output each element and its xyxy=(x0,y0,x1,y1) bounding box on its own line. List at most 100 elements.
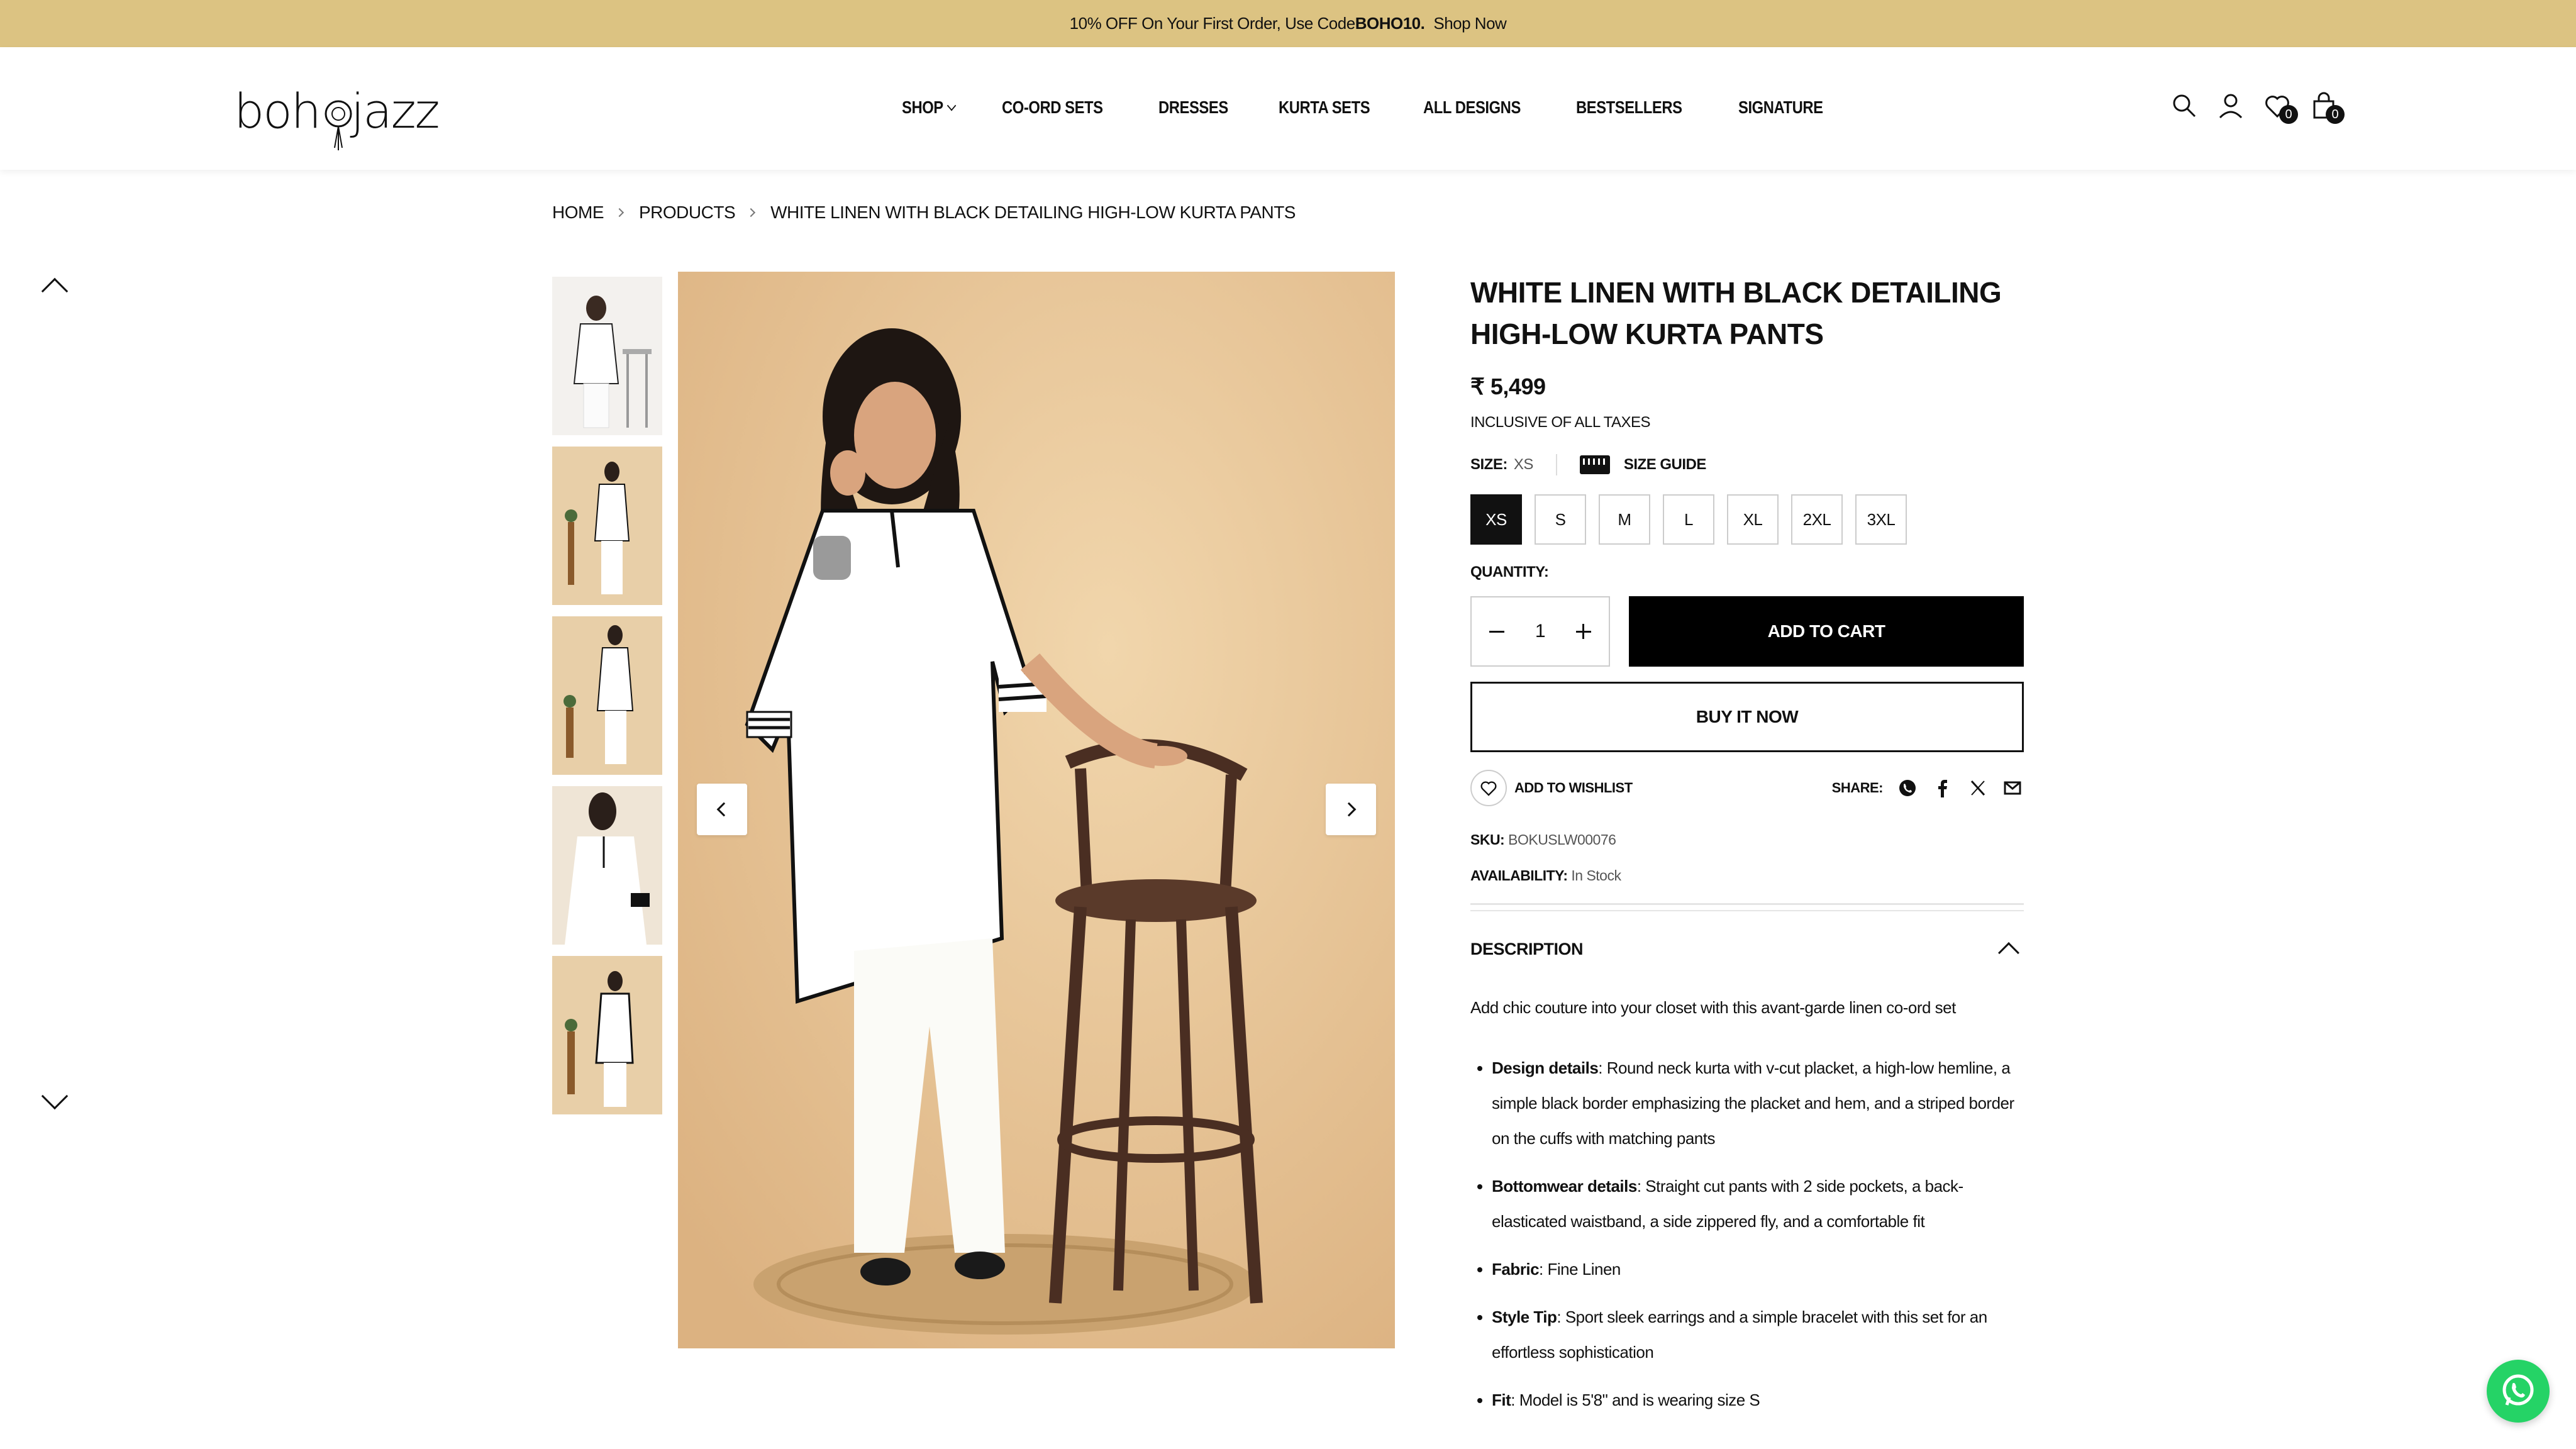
svg-text:boh: boh xyxy=(234,85,320,139)
availability-row: AVAILABILITY: In Stock xyxy=(1470,867,2024,884)
list-item: Bottomwear details: Straight cut pants w… xyxy=(1492,1169,2024,1239)
minus-icon[interactable] xyxy=(1484,619,1509,644)
shop-now-link[interactable]: Shop Now xyxy=(1433,14,1506,33)
x-icon[interactable] xyxy=(1967,777,1989,799)
wishlist-count-badge: 0 xyxy=(2279,105,2298,124)
nav-kurta-sets[interactable]: KURTA SETS xyxy=(1279,97,1370,118)
size-option-s[interactable]: S xyxy=(1535,494,1586,545)
header-icons: 0 0 xyxy=(2170,91,2345,124)
heart-icon[interactable]: 0 xyxy=(2263,91,2298,124)
divider xyxy=(1555,454,1557,475)
size-option-l[interactable]: L xyxy=(1663,494,1714,545)
heart-icon xyxy=(1470,770,1507,806)
thumbnail-2[interactable] xyxy=(552,447,662,605)
item-key: Fit xyxy=(1492,1391,1511,1409)
size-option-xs[interactable]: XS xyxy=(1470,494,1522,545)
thumbnail-3[interactable] xyxy=(552,616,662,775)
chevron-down-icon xyxy=(947,100,957,111)
chevron-right-icon xyxy=(747,208,756,218)
breadcrumb-products[interactable]: PRODUCTS xyxy=(639,203,736,223)
buy-row: 1 ADD TO CART xyxy=(1470,596,2024,667)
quantity-value[interactable]: 1 xyxy=(1535,621,1546,642)
nav-all-designs[interactable]: ALL DESIGNS xyxy=(1423,97,1521,118)
add-to-cart-button[interactable]: ADD TO CART xyxy=(1629,596,2024,667)
description-intro: Add chic couture into your closet with t… xyxy=(1470,998,1956,1017)
cart-count-badge: 0 xyxy=(2326,105,2345,124)
share-row: SHARE: xyxy=(1832,777,2024,799)
plus-icon[interactable] xyxy=(1571,619,1596,644)
thumbnail-scroll-up-icon[interactable] xyxy=(41,277,69,305)
chevron-right-icon xyxy=(614,208,625,218)
divider xyxy=(1470,910,2024,911)
chevron-left-icon xyxy=(716,802,731,817)
product-info: WHITE LINEN WITH BLACK DETAILING HIGH-LO… xyxy=(1470,272,2024,1430)
item-key: Design details xyxy=(1492,1058,1599,1077)
announcement-text: 10% OFF On Your First Order, Use Code xyxy=(1069,14,1356,33)
list-item: Fit: Model is 5'8" and is wearing size S xyxy=(1492,1382,2024,1418)
availability-value: In Stock xyxy=(1571,867,1621,884)
thumbnail-4[interactable] xyxy=(552,786,662,945)
breadcrumb: HOME PRODUCTS WHITE LINEN WITH BLACK DET… xyxy=(552,203,1296,223)
nav-shop-label: SHOP xyxy=(902,97,943,117)
nav-co-ord-sets[interactable]: CO-ORD SETS xyxy=(1002,97,1103,118)
thumbnail-scroll-down-icon[interactable] xyxy=(41,1082,69,1110)
whatsapp-chat-button[interactable] xyxy=(2487,1360,2550,1423)
size-selected-value: XS xyxy=(1513,456,1534,473)
main-nav: SHOP CO-ORD SETS DRESSES KURTA SETS ALL … xyxy=(902,97,1875,118)
ruler-icon xyxy=(1579,455,1610,474)
product-title: WHITE LINEN WITH BLACK DETAILING HIGH-LO… xyxy=(1470,276,2002,350)
item-value: : Sport sleek earrings and a simple brac… xyxy=(1492,1307,1987,1362)
announcement-bar: 10% OFF On Your First Order, Use Code BO… xyxy=(0,0,2576,47)
product-price: ₹ 5,499 xyxy=(1470,374,1546,399)
image-prev-button[interactable] xyxy=(697,784,747,835)
share-label: SHARE: xyxy=(1831,780,1884,796)
description-heading: DESCRIPTION xyxy=(1470,939,1584,958)
item-key: Fabric xyxy=(1492,1260,1540,1279)
size-options: XS S M L XL 2XL 3XL xyxy=(1470,494,2024,545)
wishlist-label: ADD TO WISHLIST xyxy=(1514,780,1633,796)
thumbnail-1[interactable] xyxy=(552,277,662,435)
add-to-wishlist-button[interactable]: ADD TO WISHLIST xyxy=(1470,770,1633,806)
nav-shop[interactable]: SHOP xyxy=(902,97,957,118)
item-key: Style Tip xyxy=(1492,1307,1557,1326)
user-icon[interactable] xyxy=(2216,91,2245,120)
tax-note: INCLUSIVE OF ALL TAXES xyxy=(1470,414,1651,431)
nav-signature[interactable]: SIGNATURE xyxy=(1738,97,1823,118)
thumbnail-5[interactable] xyxy=(552,956,662,1114)
quantity-stepper: 1 xyxy=(1470,596,1610,667)
nav-dresses[interactable]: DRESSES xyxy=(1158,97,1228,118)
svg-text:jazz: jazz xyxy=(350,85,438,139)
chevron-up-icon xyxy=(1998,942,2019,963)
logo-mark: boh jazz xyxy=(234,83,440,150)
size-option-2xl[interactable]: 2XL xyxy=(1791,494,1843,545)
email-icon[interactable] xyxy=(2002,777,2024,799)
bag-icon[interactable]: 0 xyxy=(2309,91,2345,124)
facebook-icon[interactable] xyxy=(1932,777,1953,799)
sku-value: BOKUSLW00076 xyxy=(1508,831,1616,848)
promo-code: BOHO10. xyxy=(1355,14,1425,33)
breadcrumb-current: WHITE LINEN WITH BLACK DETAILING HIGH-LO… xyxy=(770,203,1296,222)
availability-label: AVAILABILITY: xyxy=(1470,867,1568,884)
quantity-label: QUANTITY: xyxy=(1470,564,1549,580)
sku-label: SKU: xyxy=(1470,831,1505,848)
item-key: Bottomwear details xyxy=(1492,1177,1637,1196)
size-option-3xl[interactable]: 3XL xyxy=(1855,494,1907,545)
divider xyxy=(1470,903,2024,905)
size-option-xl[interactable]: XL xyxy=(1727,494,1779,545)
size-option-m[interactable]: M xyxy=(1599,494,1650,545)
wishlist-share-row: ADD TO WISHLIST SHARE: xyxy=(1470,770,2024,806)
description-toggle[interactable]: DESCRIPTION xyxy=(1470,938,2024,963)
whatsapp-icon xyxy=(2502,1374,2534,1406)
nav-bestsellers[interactable]: BESTSELLERS xyxy=(1576,97,1682,118)
chevron-right-icon xyxy=(1341,802,1357,817)
description-list: Design details: Round neck kurta with v-… xyxy=(1470,1050,2024,1418)
product-main-image xyxy=(678,272,1395,1348)
logo[interactable]: boh jazz xyxy=(234,83,441,150)
image-next-button[interactable] xyxy=(1326,784,1376,835)
size-label: SIZE: xyxy=(1470,456,1507,473)
buy-now-button[interactable]: BUY IT NOW xyxy=(1470,682,2024,752)
breadcrumb-home[interactable]: HOME xyxy=(552,203,604,223)
whatsapp-icon[interactable] xyxy=(1897,777,1918,799)
search-icon[interactable] xyxy=(2170,91,2199,120)
size-guide-link[interactable]: SIZE GUIDE xyxy=(1624,456,1707,474)
